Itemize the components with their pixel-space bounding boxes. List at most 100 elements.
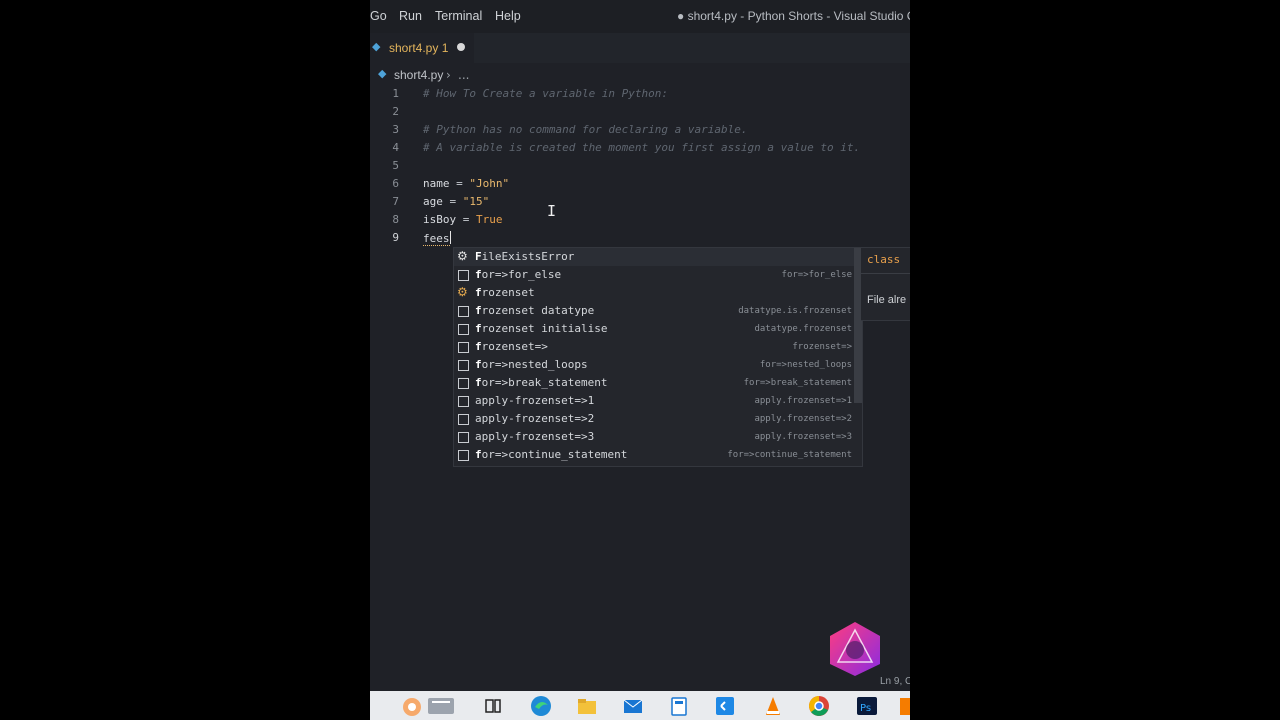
menu-bar: Go Run Terminal Help ● short4.py - Pytho… bbox=[370, 0, 910, 33]
line-number: 1 bbox=[392, 87, 399, 100]
menu-help[interactable]: Help bbox=[495, 9, 521, 23]
suggestion-item[interactable]: for=>break_statement for=>break_statement bbox=[454, 374, 862, 392]
class-icon: ⚙ bbox=[457, 285, 468, 299]
match-highlight: f bbox=[475, 448, 482, 461]
match-highlight: f bbox=[475, 322, 482, 335]
code-line-active: 9 fees bbox=[370, 228, 910, 246]
suggestion-label: apply-frozenset=>2 bbox=[475, 412, 595, 425]
divider bbox=[861, 273, 910, 274]
suggestion-detail: datatype.is.frozenset bbox=[738, 306, 852, 316]
menu-terminal[interactable]: Terminal bbox=[435, 9, 482, 23]
app-icon-partial[interactable] bbox=[900, 695, 910, 717]
suggestion-label: FileExistsError bbox=[475, 250, 575, 263]
match-highlight: f bbox=[475, 376, 482, 389]
svg-text:Ps: Ps bbox=[860, 703, 871, 714]
menu-go[interactable]: Go bbox=[370, 9, 387, 23]
suggestion-detail: for=>for_else bbox=[781, 270, 852, 280]
variable-name: isBoy bbox=[423, 213, 457, 226]
suggestion-label: for=>continue_statement bbox=[475, 448, 628, 461]
text-caret bbox=[449, 231, 451, 244]
suggestion-label: for=>for_else bbox=[475, 268, 562, 281]
string-literal: "John" bbox=[469, 177, 510, 190]
snippet-icon bbox=[458, 414, 469, 425]
suggestion-detail: for=>break_statement bbox=[743, 378, 852, 388]
line-number: 7 bbox=[392, 195, 399, 208]
line-number: 2 bbox=[392, 105, 399, 118]
task-view-icon[interactable] bbox=[482, 695, 504, 717]
edge-icon[interactable] bbox=[530, 695, 552, 717]
suggestion-item[interactable]: ⚙ frozenset bbox=[454, 284, 862, 302]
suggestion-label: frozenset datatype bbox=[475, 304, 595, 317]
suggestion-item[interactable]: frozenset=> frozenset=> bbox=[454, 338, 862, 356]
autocomplete-widget[interactable]: ⚙ FileExistsError for=>for_else for=>for_el… bbox=[453, 247, 863, 467]
file-explorer-icon[interactable] bbox=[576, 695, 598, 717]
cursor-position-status[interactable]: Ln 9, C bbox=[880, 676, 910, 687]
assign-operator: = bbox=[456, 213, 476, 226]
suggestion-detail: for=>continue_statement bbox=[727, 450, 852, 460]
comment: # A variable is created the moment you f… bbox=[423, 141, 861, 154]
photoshop-icon[interactable]: Ps bbox=[856, 695, 878, 717]
variable-name: name bbox=[423, 177, 450, 190]
snippet-icon bbox=[458, 270, 469, 281]
suggestion-detail: frozenset=> bbox=[792, 342, 852, 352]
line-number: 4 bbox=[392, 141, 399, 154]
boolean-literal: True bbox=[476, 213, 503, 226]
window-title: ● short4.py - Python Shorts - Visual Stu… bbox=[677, 9, 910, 23]
breadcrumb-more[interactable]: ... bbox=[458, 68, 469, 82]
line-number: 9 bbox=[392, 231, 399, 244]
snippet-icon bbox=[458, 432, 469, 443]
suggestion-item[interactable]: frozenset initialise datatype.frozenset bbox=[454, 320, 862, 338]
breadcrumb: ◆ short4.py › ... bbox=[370, 63, 910, 85]
suggestion-item[interactable]: ⚙ FileExistsError bbox=[454, 248, 862, 266]
match-highlight: f bbox=[475, 304, 482, 317]
suggestion-detail: apply.frozenset=>2 bbox=[754, 414, 852, 424]
suggestion-label: for=>break_statement bbox=[475, 376, 608, 389]
code-line: 5 bbox=[370, 156, 910, 174]
suggestion-item[interactable]: apply-frozenset=>1 apply.frozenset=>1 bbox=[454, 392, 862, 410]
chrome-icon[interactable] bbox=[808, 695, 830, 717]
taskbar-thumbnails[interactable] bbox=[400, 695, 460, 717]
snippet-icon bbox=[458, 360, 469, 371]
suggestion-label: for=>nested_loops bbox=[475, 358, 588, 371]
tab-short4-py[interactable]: ◆ short4.py 1 bbox=[370, 33, 474, 63]
suggestion-label: frozenset=> bbox=[475, 340, 548, 353]
code-line: 6 name = "John" bbox=[370, 174, 910, 192]
snippet-icon bbox=[458, 324, 469, 335]
code-line: 8 isBoy = True bbox=[370, 210, 910, 228]
suggestion-detail: datatype.frozenset bbox=[754, 324, 852, 334]
breadcrumb-file[interactable]: short4.py bbox=[394, 68, 443, 82]
assign-operator: = bbox=[449, 177, 470, 190]
line-number: 5 bbox=[392, 159, 399, 172]
assignment: name = "John" bbox=[423, 177, 509, 190]
code-line: 2 bbox=[370, 102, 910, 120]
class-icon: ⚙ bbox=[457, 249, 468, 263]
snippet-icon bbox=[458, 396, 469, 407]
match-highlight: f bbox=[475, 340, 482, 353]
suggestion-item[interactable]: apply-frozenset=>3 apply.frozenset=>3 bbox=[454, 428, 862, 446]
code-line: 3 # Python has no command for declaring … bbox=[370, 120, 910, 138]
calculator-icon[interactable] bbox=[668, 695, 690, 717]
vscode-icon[interactable] bbox=[714, 695, 736, 717]
match-highlight: f bbox=[475, 268, 482, 281]
i-beam-cursor-icon: I bbox=[547, 202, 557, 220]
suggestion-item[interactable]: apply-frozenset=>2 apply.frozenset=>2 bbox=[454, 410, 862, 428]
line-number: 6 bbox=[392, 177, 399, 190]
unsaved-dot-icon[interactable] bbox=[457, 43, 465, 51]
suggestion-item[interactable]: for=>continue_statement for=>continue_sta… bbox=[454, 446, 862, 464]
comment: # Python has no command for declaring a … bbox=[423, 123, 748, 136]
details-text: File alre bbox=[867, 294, 907, 306]
suggestion-label: frozenset bbox=[475, 286, 535, 299]
python-file-icon: ◆ bbox=[372, 40, 381, 53]
python-file-icon: ◆ bbox=[378, 67, 387, 80]
tab-label: short4.py 1 bbox=[389, 41, 449, 55]
suggestion-item[interactable]: for=>nested_loops for=>nested_loops bbox=[454, 356, 862, 374]
suggestion-item[interactable]: frozenset datatype datatype.is.frozenset bbox=[454, 302, 862, 320]
mail-icon[interactable] bbox=[622, 695, 644, 717]
snippet-icon bbox=[458, 342, 469, 353]
snippet-icon bbox=[458, 378, 469, 389]
vlc-icon[interactable] bbox=[762, 695, 784, 717]
snippet-icon bbox=[458, 450, 469, 461]
menu-run[interactable]: Run bbox=[399, 9, 422, 23]
suggestion-item[interactable]: for=>for_else for=>for_else bbox=[454, 266, 862, 284]
variable-name: age bbox=[423, 195, 443, 208]
